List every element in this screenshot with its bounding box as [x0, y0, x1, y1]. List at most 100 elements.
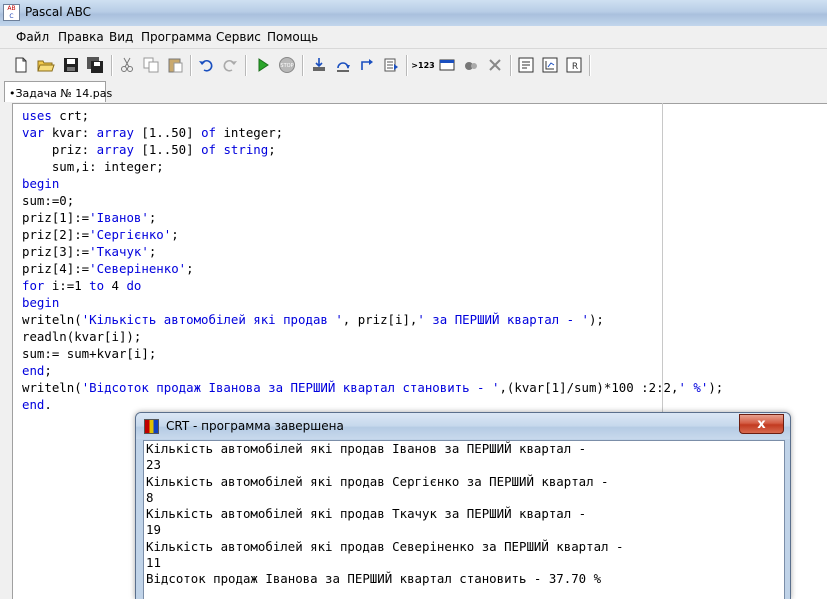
title-bar[interactable]: AB C Pascal ABC — [0, 0, 827, 26]
code-line[interactable]: writeln('Відсоток продаж Іванова за ПЕРШ… — [22, 379, 723, 396]
toolbar-separator — [302, 55, 304, 76]
form-designer-icon[interactable] — [517, 56, 535, 74]
window-title: Pascal ABC — [25, 5, 92, 19]
code-token: ,(kvar[1]/sum)*100 :2:2, — [499, 380, 679, 395]
string-token: 'Іванов' — [89, 210, 149, 225]
code-line[interactable]: priz[2]:='Сергієнко'; — [22, 226, 723, 243]
rebuild-icon[interactable]: R — [565, 56, 583, 74]
crt-output-line: 8 — [146, 489, 154, 505]
string-token: 'Відсоток продаж Іванова за ПЕРШИЙ кварт… — [81, 380, 500, 395]
menu-edit[interactable]: Правка — [58, 30, 104, 44]
step-out-icon[interactable] — [358, 56, 376, 74]
crt-output-line: Кількість автомобілей які продав Іванов … — [146, 441, 587, 456]
crt-title-bar[interactable]: CRT - программа завершена x — [136, 413, 790, 439]
step-into-icon[interactable] — [310, 56, 328, 74]
crt-output-line: 23 — [146, 457, 161, 473]
code-token: [1..50] — [133, 142, 202, 157]
code-token: ; — [148, 244, 157, 259]
keyword-token: array — [96, 142, 134, 157]
code-line[interactable]: end. — [22, 396, 723, 413]
code-line[interactable]: priz[4]:='Северіненко'; — [22, 260, 723, 277]
toolbar-separator — [589, 55, 591, 76]
code-token: integer; — [215, 125, 284, 140]
keyword-token: for — [22, 278, 45, 293]
code-line[interactable]: begin — [22, 294, 723, 311]
code-line[interactable]: priz: array [1..50] of string; — [22, 141, 723, 158]
code-token: priz[1]:= — [22, 210, 90, 225]
code-token: kvar: — [44, 125, 97, 140]
run-to-cursor-icon[interactable] — [382, 56, 400, 74]
crt-window[interactable]: CRT - программа завершена x Кількість ав… — [135, 412, 791, 599]
cut-icon[interactable] — [118, 56, 136, 74]
keyword-token: do — [126, 278, 142, 293]
keyword-token: string — [223, 142, 269, 157]
tab-zadacha-14[interactable]: •Задача № 14.pas — [4, 81, 112, 102]
code-line[interactable]: readln(kvar[i]); — [22, 328, 723, 345]
code-line[interactable]: sum:=0; — [22, 192, 723, 209]
code-token: i:=1 — [44, 278, 90, 293]
crt-output-line: Відсоток продаж Іванова за ПЕРШИЙ кварта… — [146, 571, 602, 587]
new-file-icon[interactable] — [12, 56, 30, 74]
code-token: priz[3]:= — [22, 244, 90, 259]
save-icon[interactable] — [62, 56, 80, 74]
code-token: priz: — [22, 142, 97, 157]
crt-output-line: 19 — [146, 522, 161, 538]
code-token: sum:=0; — [22, 193, 75, 208]
stop-icon[interactable]: STOP — [278, 56, 296, 74]
code-token: priz[2]:= — [22, 227, 90, 242]
code-token: ; — [148, 210, 157, 225]
breakpoint-icon[interactable] — [462, 56, 480, 74]
menu-service[interactable]: Сервис — [216, 30, 261, 44]
save-all-icon[interactable] — [86, 56, 104, 74]
code-line[interactable]: priz[3]:='Ткачук'; — [22, 243, 723, 260]
code-line[interactable]: priz[1]:='Іванов'; — [22, 209, 723, 226]
source-code[interactable]: uses crt; var kvar: array [1..50] of inte… — [22, 107, 723, 413]
code-token: [1..50] — [133, 125, 202, 140]
crt-app-icon — [144, 419, 159, 434]
code-token: 4 — [104, 278, 127, 293]
keyword-token: begin — [22, 295, 60, 310]
code-line[interactable]: writeln('Кількість автомобілей які прода… — [22, 311, 723, 328]
code-token: writeln( — [22, 312, 82, 327]
svg-text:R: R — [572, 62, 578, 72]
menu-file[interactable]: Файл — [16, 30, 49, 44]
code-line[interactable]: sum,i: integer; — [22, 158, 723, 175]
code-line[interactable]: end; — [22, 362, 723, 379]
tab-strip: •Задача № 14.pas — [0, 81, 827, 103]
svg-text:STOP: STOP — [280, 63, 293, 69]
compile-icon[interactable] — [541, 56, 559, 74]
keyword-token: of — [201, 142, 216, 157]
toolbar-separator — [190, 55, 192, 76]
menu-view[interactable]: Вид — [109, 30, 133, 44]
paste-icon[interactable] — [166, 56, 184, 74]
code-line[interactable]: var kvar: array [1..50] of integer; — [22, 124, 723, 141]
code-token: ); — [708, 380, 724, 395]
redo-icon[interactable] — [221, 56, 239, 74]
close-icon[interactable] — [486, 56, 504, 74]
code-line[interactable]: begin — [22, 175, 723, 192]
undo-icon[interactable] — [197, 56, 215, 74]
run-icon[interactable] — [254, 56, 272, 74]
keyword-token: to — [89, 278, 105, 293]
crt-output-line: Кількість автомобілей які продав Ткачук … — [146, 506, 587, 522]
menu-program[interactable]: Программа — [141, 30, 212, 44]
code-token: ; — [268, 142, 276, 157]
toolbar-separator — [406, 55, 408, 76]
code-line[interactable]: for i:=1 to 4 do — [22, 277, 723, 294]
trace-icon[interactable]: >123 — [411, 56, 434, 74]
code-token: writeln( — [22, 380, 82, 395]
open-folder-icon[interactable] — [37, 56, 55, 74]
keyword-token: end — [22, 363, 45, 378]
code-line[interactable]: uses crt; — [22, 107, 723, 124]
code-line[interactable]: sum:= sum+kvar[i]; — [22, 345, 723, 362]
menu-help[interactable]: Помощь — [267, 30, 318, 44]
crt-output-line: Кількість автомобілей які продав Сергієн… — [146, 473, 609, 489]
string-token: ' %' — [678, 380, 709, 395]
crt-close-button[interactable]: x — [739, 414, 784, 434]
watch-window-icon[interactable] — [438, 56, 456, 74]
step-over-icon[interactable] — [334, 56, 352, 74]
toolbar: STOP >123 R — [0, 49, 827, 82]
copy-icon[interactable] — [142, 56, 160, 74]
keyword-token: var — [22, 125, 45, 140]
toolbar-separator — [510, 55, 512, 76]
